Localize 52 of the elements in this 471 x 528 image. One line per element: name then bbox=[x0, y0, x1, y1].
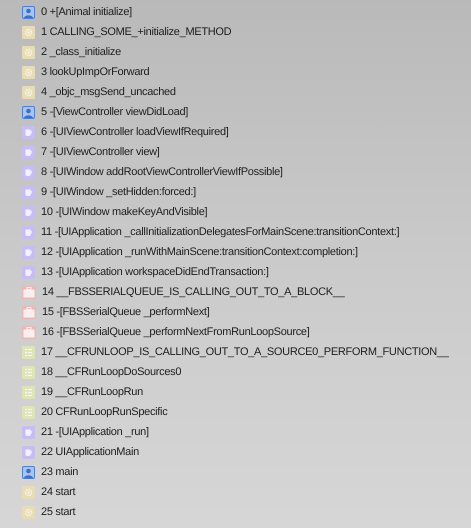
stack-frame[interactable]: 2 _class_initialize bbox=[41, 45, 121, 59]
stack-frame[interactable]: 21 -[UIApplication _run] bbox=[41, 425, 149, 439]
stack-frame[interactable]: 11 -[UIApplication _callInitializationDelegatesForMainScene:transitionContext:] bbox=[41, 225, 400, 239]
mug-icon bbox=[22, 266, 35, 278]
stack-frame[interactable]: 7 -[UIViewController view] bbox=[41, 145, 160, 159]
stack-frame[interactable]: 24 start bbox=[41, 485, 76, 499]
mug-icon bbox=[22, 166, 35, 178]
mug-icon bbox=[22, 186, 35, 198]
person-icon bbox=[22, 466, 35, 478]
stack-frame[interactable]: 15 -[FBSSerialQueue _performNext] bbox=[42, 305, 210, 319]
gear-icon bbox=[22, 86, 35, 98]
stack-frame[interactable]: 0 +[Animal initialize] bbox=[41, 5, 132, 19]
stack-frame[interactable]: 9 -[UIWindow _setHidden:forced:] bbox=[41, 185, 196, 199]
stack-frame[interactable]: 19 __CFRunLoopRun bbox=[41, 385, 143, 399]
gear-icon bbox=[22, 66, 35, 78]
person-icon bbox=[22, 106, 35, 118]
stack-frame[interactable]: 5 -[ViewController viewDidLoad] bbox=[41, 105, 188, 119]
stack-frame[interactable]: 10 -[UIWindow makeKeyAndVisible] bbox=[41, 205, 208, 219]
stack-frame[interactable]: 8 -[UIWindow addRootViewControllerViewIfPossible] bbox=[41, 165, 283, 179]
stack-frame[interactable]: 18 __CFRunLoopDoSources0 bbox=[41, 365, 182, 379]
mug-icon bbox=[22, 246, 35, 258]
stack-frame[interactable]: 12 -[UIApplication _runWithMainScene:transitionContext:completion:] bbox=[41, 245, 358, 259]
stack-frame[interactable]: 3 lookUpImpOrForward bbox=[41, 65, 150, 79]
gear-icon bbox=[22, 506, 35, 518]
list-icon bbox=[22, 406, 35, 418]
mug-icon bbox=[22, 226, 35, 238]
stack-frame[interactable]: 23 main bbox=[41, 465, 78, 479]
mug-icon bbox=[22, 126, 35, 138]
stack-frame[interactable]: 16 -[FBSSerialQueue _performNextFromRunLoopSource] bbox=[42, 325, 310, 339]
gear-icon bbox=[22, 486, 35, 498]
stack-frame[interactable]: 20 CFRunLoopRunSpecific bbox=[41, 405, 168, 419]
list-icon bbox=[22, 346, 35, 358]
gear-icon bbox=[22, 26, 35, 38]
stack-frame[interactable]: 14 __FBSSERIALQUEUE_IS_CALLING_OUT_TO_A_BLOCK__ bbox=[42, 285, 344, 299]
briefcase-icon bbox=[22, 326, 36, 338]
briefcase-icon bbox=[22, 286, 36, 298]
list-icon bbox=[22, 366, 35, 378]
stack-frame[interactable]: 22 UIApplicationMain bbox=[41, 445, 139, 459]
stack-frame[interactable]: 17 __CFRUNLOOP_IS_CALLING_OUT_TO_A_SOURCE0_PERFORM_FUNCTION__ bbox=[41, 345, 449, 359]
stack-frame[interactable]: 25 start bbox=[41, 505, 76, 519]
mug-icon bbox=[22, 426, 35, 438]
person-icon bbox=[22, 6, 35, 18]
mug-icon bbox=[22, 206, 35, 218]
stack-frame[interactable]: 4 _objc_msgSend_uncached bbox=[41, 85, 176, 99]
stack-frame[interactable]: 1 CALLING_SOME_+initialize_METHOD bbox=[41, 25, 232, 39]
stack-frame[interactable]: 6 -[UIViewController loadViewIfRequired] bbox=[41, 125, 229, 139]
mug-icon bbox=[22, 146, 35, 158]
list-icon bbox=[22, 386, 35, 398]
briefcase-icon bbox=[22, 306, 36, 318]
gear-icon bbox=[22, 46, 35, 58]
mug-icon bbox=[22, 446, 35, 458]
stack-frame[interactable]: 13 -[UIApplication workspaceDidEndTransaction:] bbox=[41, 265, 269, 279]
